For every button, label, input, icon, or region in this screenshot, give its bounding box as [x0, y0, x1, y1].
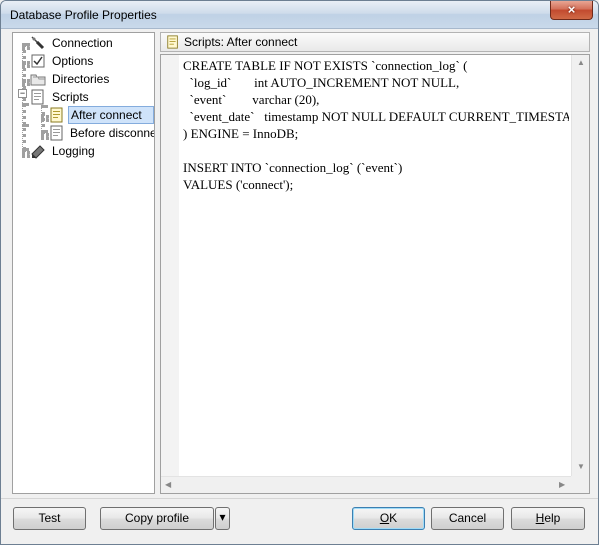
chevron-down-icon: ▾: [219, 510, 226, 524]
tree-line: [41, 105, 45, 133]
tree-line: [41, 133, 49, 137]
window-title: Database Profile Properties: [10, 8, 157, 22]
tree-item-label: Options: [52, 54, 94, 68]
copy-profile-dropdown[interactable]: ▾: [215, 507, 230, 530]
bottom-separator: [1, 498, 598, 499]
tree-item-label: Scripts: [52, 90, 89, 104]
scroll-left-icon[interactable]: ◀: [165, 480, 171, 489]
editor-gutter: [161, 55, 179, 476]
scroll-up-icon[interactable]: ▲: [577, 58, 585, 67]
tree-line: [22, 151, 30, 155]
scrollbar-corner: [571, 476, 589, 493]
panel-header: Scripts: After connect: [160, 32, 590, 52]
tree-item-label: After connect: [68, 106, 154, 124]
ok-label: K: [389, 511, 398, 525]
horizontal-scrollbar[interactable]: ◀ ▶: [161, 476, 571, 493]
scroll-right-icon[interactable]: ▶: [559, 480, 565, 489]
script-code[interactable]: CREATE TABLE IF NOT EXISTS `connection_l…: [183, 57, 569, 472]
close-button[interactable]: ×: [550, 1, 593, 20]
connection-icon: [30, 35, 46, 51]
copy-profile-label: Copy profile: [124, 511, 190, 525]
script-editor[interactable]: CREATE TABLE IF NOT EXISTS `connection_l…: [160, 54, 590, 494]
help-button[interactable]: Help: [511, 507, 585, 530]
settings-tree[interactable]: Connection Options Directories − Scripts…: [12, 32, 155, 494]
cancel-button[interactable]: Cancel: [431, 507, 504, 530]
dialog-window: Database Profile Properties × Connection: [0, 0, 599, 545]
script-file-icon: [49, 125, 65, 141]
tree-item-label: Before disconnect: [70, 126, 154, 140]
scripts-expander[interactable]: −: [18, 89, 27, 98]
tree-line: [22, 61, 30, 65]
tree-item-label: Logging: [52, 144, 95, 158]
tree-line: [22, 103, 26, 151]
scroll-down-icon[interactable]: ▼: [577, 462, 585, 471]
scripts-icon: [30, 89, 46, 105]
tree-item-label: Connection: [52, 36, 113, 50]
title-bar[interactable]: Database Profile Properties ×: [1, 1, 598, 29]
tree-line: [22, 79, 30, 83]
options-icon: [30, 53, 46, 69]
ok-mnemonic: O: [379, 511, 390, 525]
cancel-label: Cancel: [448, 511, 487, 525]
panel-title: Scripts: After connect: [184, 35, 298, 49]
collapse-icon: −: [19, 88, 26, 98]
help-label: elp: [544, 511, 561, 525]
logging-icon: [30, 143, 46, 159]
close-icon: ×: [567, 2, 576, 17]
ok-button[interactable]: OK: [352, 507, 425, 530]
tree-line: [22, 43, 30, 47]
vertical-scrollbar[interactable]: ▲ ▼: [571, 55, 589, 476]
test-button[interactable]: Test: [13, 507, 86, 530]
script-file-icon: [166, 35, 180, 49]
tree-line: [41, 115, 49, 119]
tree-item-label: Directories: [52, 72, 110, 86]
script-file-icon: [49, 107, 65, 123]
directories-icon: [30, 71, 46, 87]
copy-profile-button[interactable]: Copy profile: [100, 507, 214, 530]
test-button-label: Test: [38, 511, 61, 525]
